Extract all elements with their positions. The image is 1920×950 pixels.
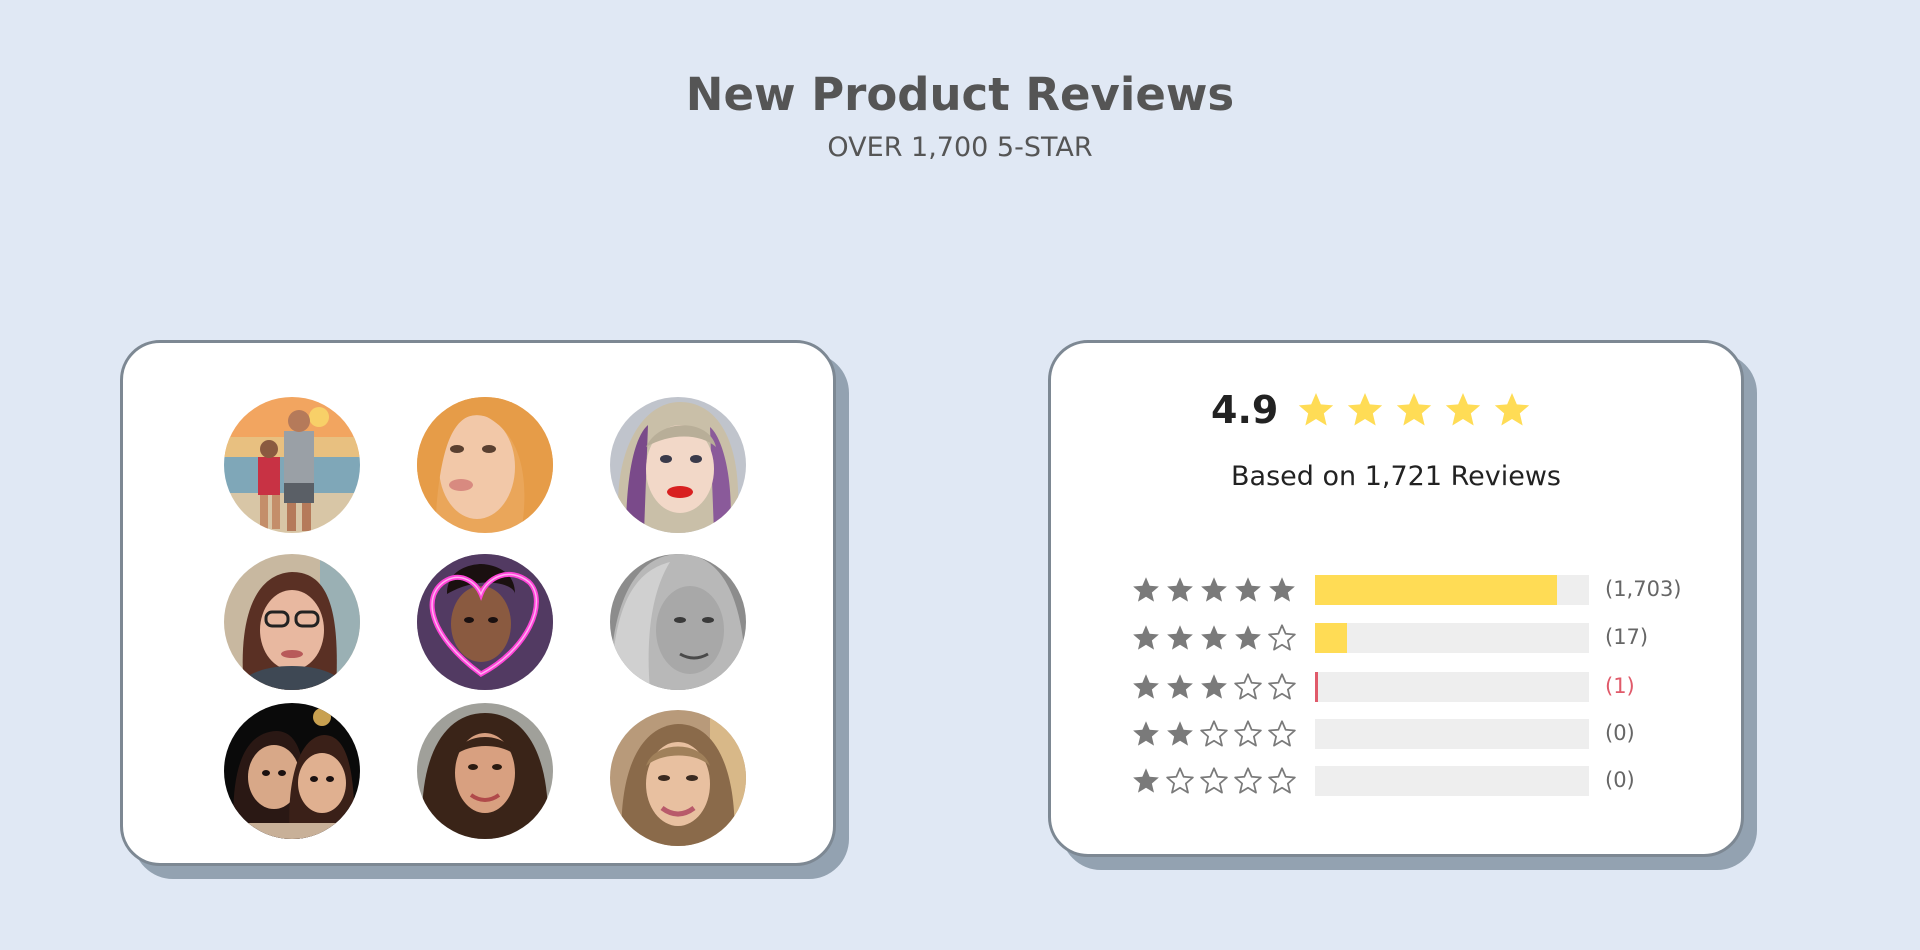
rating-value: 4.9 xyxy=(1211,388,1279,432)
rating-bar-fill xyxy=(1315,575,1558,605)
empty-star-icon xyxy=(1268,673,1296,700)
filled-star-icon xyxy=(1133,721,1159,746)
reviewer-photo-smiling-woman[interactable] xyxy=(610,710,746,846)
row-stars xyxy=(1131,575,1306,605)
rating-row-3-star[interactable]: (1) xyxy=(1131,670,1635,704)
reviewer-photo-heart-frame[interactable] xyxy=(417,554,553,690)
filled-star-icon xyxy=(1167,674,1193,699)
filled-star-icon xyxy=(1167,577,1193,602)
page-title: New Product Reviews xyxy=(685,68,1235,121)
filled-star-icon xyxy=(1235,625,1261,650)
filled-star-icon xyxy=(1133,768,1159,793)
star-icon xyxy=(1397,393,1432,426)
review-count-text: Based on 1,721 Reviews xyxy=(1231,461,1561,492)
page-header: New Product Reviews OVER 1,700 5-STAR xyxy=(0,70,1920,163)
empty-star-icon xyxy=(1268,720,1296,747)
empty-star-icon xyxy=(1166,767,1194,794)
rating-row-2-star[interactable]: (0) xyxy=(1131,717,1635,751)
row-stars xyxy=(1131,623,1306,653)
filled-star-icon xyxy=(1201,577,1227,602)
reviewer-photo-silver-hair[interactable] xyxy=(610,397,746,533)
empty-star-icon xyxy=(1268,767,1296,794)
filled-star-icon xyxy=(1133,625,1159,650)
page-subtitle: OVER 1,700 5-STAR xyxy=(827,131,1093,163)
filled-star-icon xyxy=(1133,674,1159,699)
rating-count: (17) xyxy=(1605,625,1649,649)
filled-star-icon xyxy=(1235,577,1261,602)
review-summary-card: 4.9 Based on 1,721 Reviews (1,703) (17) (1… xyxy=(1048,340,1744,857)
rating-count: (1,703) xyxy=(1605,577,1682,601)
overall-rating: 4.9 xyxy=(1211,388,1541,432)
rating-bar xyxy=(1315,672,1589,702)
reviewer-photo-grayscale[interactable] xyxy=(610,554,746,690)
empty-star-icon xyxy=(1234,767,1262,794)
filled-star-icon xyxy=(1167,721,1193,746)
rating-row-4-star[interactable]: (17) xyxy=(1131,621,1648,655)
empty-star-icon xyxy=(1234,720,1262,747)
filled-star-icon xyxy=(1201,674,1227,699)
reviewer-photo-beach-couple[interactable] xyxy=(224,397,360,533)
rating-bar-fill xyxy=(1315,623,1347,653)
rating-count: (0) xyxy=(1605,721,1635,745)
star-icon xyxy=(1348,393,1383,426)
reviewer-photo-glasses[interactable] xyxy=(224,554,360,690)
rating-row-5-star[interactable]: (1,703) xyxy=(1131,573,1682,607)
reviewer-photos-card xyxy=(120,340,836,866)
row-stars xyxy=(1131,766,1306,796)
rating-bar xyxy=(1315,575,1589,605)
row-stars xyxy=(1131,719,1306,749)
rating-bar xyxy=(1315,623,1589,653)
empty-star-icon xyxy=(1234,673,1262,700)
rating-stars xyxy=(1296,390,1541,430)
star-icon xyxy=(1446,393,1481,426)
empty-star-icon xyxy=(1268,624,1296,651)
rating-count: (1) xyxy=(1605,674,1635,698)
star-icon xyxy=(1495,393,1530,426)
reviewer-photo-curly-hair[interactable] xyxy=(417,703,553,839)
filled-star-icon xyxy=(1133,577,1159,602)
rating-row-1-star[interactable]: (0) xyxy=(1131,764,1635,798)
rating-count: (0) xyxy=(1605,768,1635,792)
reviewer-photo-two-women[interactable] xyxy=(224,703,360,839)
filled-star-icon xyxy=(1269,577,1295,602)
row-stars xyxy=(1131,672,1306,702)
filled-star-icon xyxy=(1167,625,1193,650)
rating-bar-fill xyxy=(1315,672,1318,702)
rating-bar xyxy=(1315,719,1589,749)
star-icon xyxy=(1299,393,1334,426)
empty-star-icon xyxy=(1200,767,1228,794)
rating-bar xyxy=(1315,766,1589,796)
empty-star-icon xyxy=(1200,720,1228,747)
filled-star-icon xyxy=(1201,625,1227,650)
reviewer-photo-blonde-selfie[interactable] xyxy=(417,397,553,533)
